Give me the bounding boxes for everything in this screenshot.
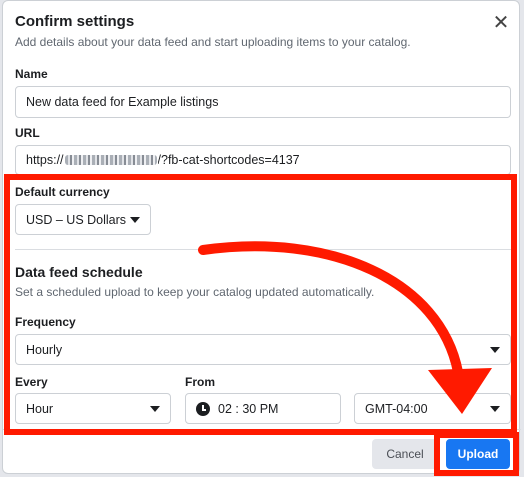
arrow-annotation-head (428, 368, 492, 414)
arrow-annotation (198, 241, 492, 414)
arrow-annotation-shaft (198, 241, 463, 377)
